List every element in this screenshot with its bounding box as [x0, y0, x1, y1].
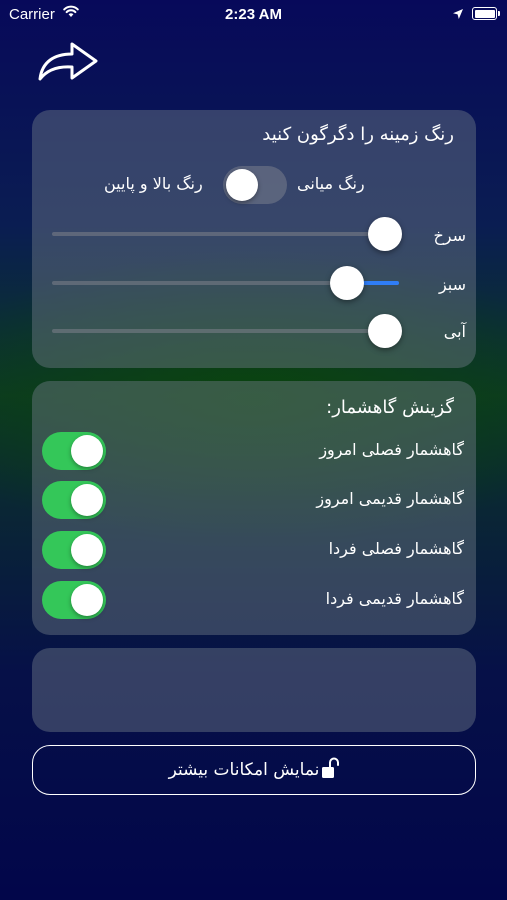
show-more-features-button[interactable]: نمایش امکانات بیشتر — [32, 745, 476, 795]
status-time: 2:23 AM — [225, 6, 282, 23]
share-button[interactable] — [36, 38, 100, 84]
old-tomorrow-label: گاهشمار قدیمی فردا — [325, 589, 464, 608]
slider-track — [52, 232, 399, 236]
top-bottom-color-label: رنگ بالا و پایین — [104, 174, 203, 193]
empty-info-card — [32, 648, 476, 732]
slider-thumb[interactable] — [368, 314, 403, 348]
old-today-label: گاهشمار قدیمی امروز — [316, 489, 464, 508]
old-today-switch[interactable] — [42, 481, 106, 519]
slider-track — [52, 329, 399, 333]
calendar-selection-card: گزینش گاهشمار: گاهشمار فصلی امروز گاهشما… — [32, 381, 476, 635]
calendar-card-title: گزینش گاهشمار: — [326, 397, 454, 418]
show-more-features-label: نمایش امکانات بیشتر — [168, 760, 320, 780]
color-mode-switch[interactable] — [223, 166, 287, 204]
switch-knob — [71, 584, 103, 616]
switch-knob — [71, 534, 103, 566]
unlock-icon — [321, 757, 340, 783]
seasonal-tomorrow-label: گاهشمار فصلی فردا — [328, 539, 464, 558]
color-card-title: رنگ زمینه را دگرگون کنید — [262, 124, 454, 145]
red-slider[interactable] — [52, 217, 403, 251]
switch-knob — [226, 169, 258, 201]
green-slider-label: سبز — [438, 275, 466, 294]
slider-thumb[interactable] — [368, 217, 403, 251]
middle-color-label: رنگ میانی — [297, 174, 365, 193]
red-slider-label: سرخ — [433, 226, 466, 245]
seasonal-tomorrow-switch[interactable] — [42, 531, 106, 569]
seasonal-today-switch[interactable] — [42, 432, 106, 470]
blue-slider[interactable] — [52, 314, 403, 348]
slider-thumb[interactable] — [329, 266, 364, 300]
background-color-card: رنگ زمینه را دگرگون کنید رنگ بالا و پایی… — [32, 110, 476, 368]
switch-knob — [71, 484, 103, 516]
battery-icon — [472, 7, 500, 20]
share-arrow-icon — [38, 42, 98, 81]
location-arrow-icon — [452, 7, 464, 24]
switch-knob — [71, 435, 103, 467]
old-tomorrow-switch[interactable] — [42, 581, 106, 619]
status-bar: Carrier 2:23 AM — [0, 0, 507, 28]
blue-slider-label: آبی — [443, 322, 466, 341]
green-slider[interactable] — [52, 266, 399, 300]
seasonal-today-label: گاهشمار فصلی امروز — [319, 440, 464, 459]
